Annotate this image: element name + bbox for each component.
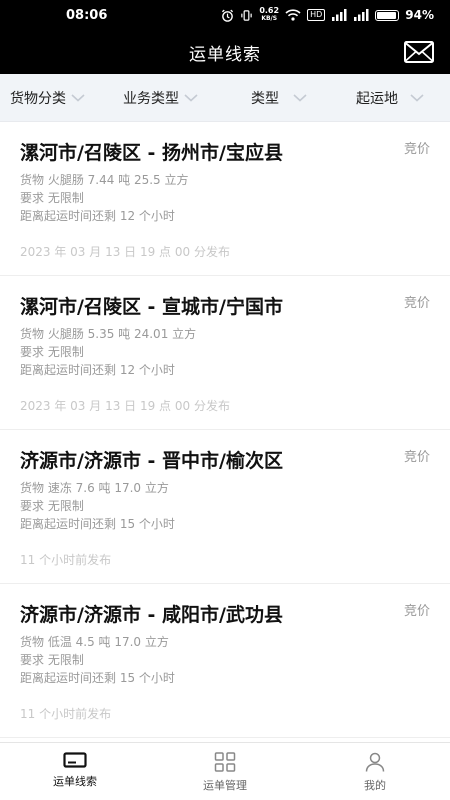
status-bar: 08:06 0.62 KB/S HD 94% <box>0 0 450 30</box>
chevron-down-icon <box>293 94 307 102</box>
battery-percent: 94% <box>405 8 434 22</box>
publish-time: 11 个小时前发布 <box>20 707 112 721</box>
filter-type[interactable]: 类型 <box>251 74 307 122</box>
route-title: 漯河市/召陵区 - 扬州市/宝应县 <box>20 142 283 164</box>
remaining-time: 距离起运时间还剩 15 个小时 <box>20 517 175 531</box>
waybill-card[interactable]: 漯河市/召陵区 - 宣城市/宁国市 竞价 货物 火腿肠 5.35 吨 24.01… <box>0 276 450 430</box>
nav-waybill-management[interactable]: 运单管理 <box>150 743 300 800</box>
remaining-time: 距离起运时间还剩 12 个小时 <box>20 363 175 377</box>
filter-label: 货物分类 <box>10 91 66 107</box>
battery-icon <box>375 9 400 21</box>
message-button[interactable] <box>404 41 434 63</box>
vibrate-icon <box>240 9 253 22</box>
remaining-time: 距离起运时间还剩 15 个小时 <box>20 671 175 685</box>
requirement-info: 要求 无限制 <box>20 191 84 205</box>
page-title: 运单线索 <box>189 44 261 65</box>
bid-badge: 竞价 <box>403 450 430 465</box>
bid-badge: 竞价 <box>403 296 430 311</box>
waybill-card[interactable]: 济源市/济源市 - 晋中市/榆次区 竞价 货物 速冻 7.6 吨 17.0 立方… <box>0 430 450 584</box>
nav-profile[interactable]: 我的 <box>300 743 450 800</box>
chevron-down-icon <box>410 94 424 102</box>
publish-time: 2023 年 03 月 13 日 19 点 00 分发布 <box>20 399 230 413</box>
hd-badge: HD <box>307 9 326 21</box>
cargo-info: 货物 火腿肠 5.35 吨 24.01 立方 <box>20 327 197 341</box>
requirement-info: 要求 无限制 <box>20 653 84 667</box>
nav-waybill-leads[interactable]: 运单线索 <box>0 743 150 800</box>
cargo-info: 货物 低温 4.5 吨 17.0 立方 <box>20 635 169 649</box>
net-speed-value: 0.62 <box>259 6 280 15</box>
waybill-card[interactable]: 漯河市/召陵区 - 扬州市/宝应县 竞价 货物 火腿肠 7.44 吨 25.5 … <box>0 122 450 276</box>
user-icon <box>365 752 385 772</box>
waybill-card[interactable]: 济源市/济源市 - 咸阳市/武功县 竞价 货物 低温 4.5 吨 17.0 立方… <box>0 584 450 738</box>
signal-icon-2 <box>353 9 369 21</box>
grid-icon <box>214 752 236 772</box>
net-speed: 0.62 KB/S <box>259 7 279 23</box>
nav-label: 运单管理 <box>203 779 247 792</box>
requirement-info: 要求 无限制 <box>20 345 84 359</box>
filter-label: 起运地 <box>356 91 398 107</box>
bottom-nav: 运单线索 运单管理 我的 <box>0 742 450 800</box>
chevron-down-icon <box>184 94 198 102</box>
filter-label: 业务类型 <box>123 91 179 107</box>
filter-cargo-category[interactable]: 货物分类 <box>10 74 85 122</box>
filter-label: 类型 <box>251 91 279 107</box>
requirement-info: 要求 无限制 <box>20 499 84 513</box>
battery-fill <box>377 11 397 19</box>
route-title: 济源市/济源市 - 晋中市/榆次区 <box>20 450 283 472</box>
remaining-time: 距离起运时间还剩 12 个小时 <box>20 209 175 223</box>
waybill-icon <box>63 752 87 768</box>
route-title: 济源市/济源市 - 咸阳市/武功县 <box>20 604 283 626</box>
alarm-icon <box>221 9 234 22</box>
route-title: 漯河市/召陵区 - 宣城市/宁国市 <box>20 296 283 318</box>
publish-time: 11 个小时前发布 <box>20 553 112 567</box>
signal-icon-1 <box>331 9 347 21</box>
waybill-list[interactable]: 漯河市/召陵区 - 扬州市/宝应县 竞价 货物 火腿肠 7.44 吨 25.5 … <box>0 122 450 742</box>
mail-icon <box>404 41 434 63</box>
nav-label: 运单线索 <box>53 775 97 788</box>
publish-time: 2023 年 03 月 13 日 19 点 00 分发布 <box>20 245 230 259</box>
filter-bar: 货物分类 业务类型 类型 起运地 <box>0 74 450 122</box>
filter-business-type[interactable]: 业务类型 <box>123 74 198 122</box>
status-time: 08:06 <box>66 7 108 23</box>
filter-origin[interactable]: 起运地 <box>356 74 424 122</box>
bid-badge: 竞价 <box>403 142 430 157</box>
nav-label: 我的 <box>364 779 386 792</box>
cargo-info: 货物 火腿肠 7.44 吨 25.5 立方 <box>20 173 189 187</box>
chevron-down-icon <box>71 94 85 102</box>
net-speed-unit: KB/S <box>261 15 278 22</box>
cargo-info: 货物 速冻 7.6 吨 17.0 立方 <box>20 481 169 495</box>
title-bar: 运单线索 <box>0 30 450 74</box>
bid-badge: 竞价 <box>403 604 430 619</box>
wifi-icon <box>285 9 301 21</box>
status-icons: 0.62 KB/S HD 94% <box>221 7 434 23</box>
